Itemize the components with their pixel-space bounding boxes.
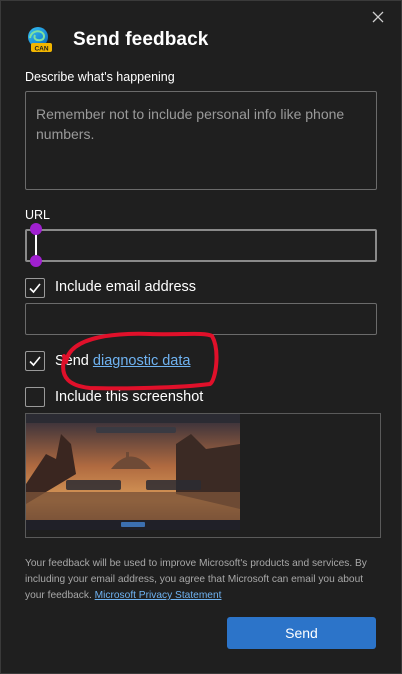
close-icon[interactable] [370,9,386,25]
checkmark-icon [29,356,41,367]
edge-canary-logo: CAN [24,26,56,54]
checkmark-icon [29,283,41,294]
include-screenshot-checkbox[interactable] [25,387,45,407]
include-screenshot-label: Include this screenshot [55,389,204,405]
diagnostic-data-link[interactable]: diagnostic data [93,353,191,369]
describe-placeholder: Remember not to include personal info li… [36,106,345,142]
send-button[interactable]: Send [227,617,376,649]
selection-handle-top[interactable] [30,223,42,235]
privacy-footer: Your feedback will be used to improve Mi… [25,556,375,604]
logo-badge-text: CAN [34,45,48,52]
describe-label: Describe what's happening [25,70,175,84]
dialog-title: Send feedback [73,29,209,50]
send-diagnostic-row: Send diagnostic data [55,353,190,369]
url-label: URL [25,208,51,222]
screenshot-thumbnail [26,414,240,530]
include-email-label: Include email address [55,279,197,295]
send-diagnostic-checkbox[interactable] [25,351,45,371]
privacy-statement-link[interactable]: Microsoft Privacy Statement [95,590,222,601]
url-input[interactable] [25,229,377,262]
include-email-checkbox[interactable] [25,278,45,298]
describe-textarea[interactable]: Remember not to include personal info li… [25,91,377,190]
selection-handle-bottom[interactable] [30,255,42,267]
send-diagnostic-prefix: Send [55,353,93,369]
email-input[interactable] [25,303,377,335]
